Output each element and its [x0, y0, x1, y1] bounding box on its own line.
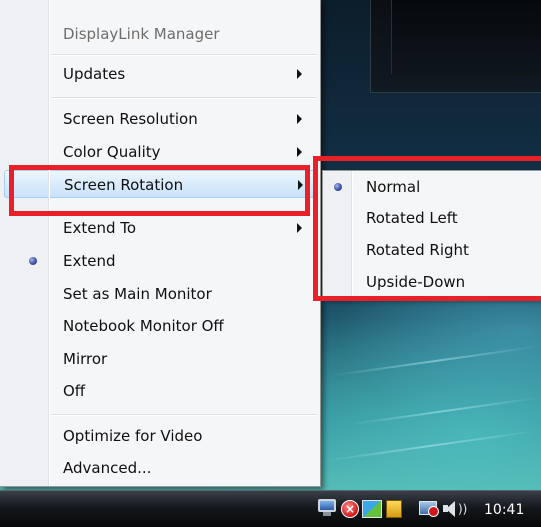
- menu-item-label: Extend: [63, 252, 116, 270]
- menu-item-screen-resolution[interactable]: Screen Resolution: [4, 105, 317, 133]
- menu-item-label: Optimize for Video: [63, 427, 203, 445]
- taskbar-clock[interactable]: 10:41: [484, 501, 524, 519]
- submenu-arrow-icon: [297, 147, 302, 157]
- monitor-icon[interactable]: [318, 499, 336, 516]
- submenu-arrow-icon: [297, 114, 302, 124]
- menu-separator: [51, 54, 317, 55]
- menu-item-extend[interactable]: Extend: [4, 247, 317, 275]
- menu-item-label: DisplayLink Manager: [63, 25, 220, 43]
- menu-item-updates[interactable]: Updates: [4, 60, 317, 88]
- wallpaper-streak: [330, 345, 540, 377]
- wallpaper-streak: [350, 396, 540, 426]
- menu-item-label: Color Quality: [63, 143, 161, 161]
- menu-item-label: Screen Resolution: [63, 110, 198, 128]
- menu-item-advanced[interactable]: Advanced...: [4, 454, 317, 482]
- menu-item-label: Advanced...: [63, 459, 152, 477]
- menu-item-label: Set as Main Monitor: [63, 285, 212, 303]
- menu-item-label: Updates: [63, 65, 126, 83]
- menu-item-mirror[interactable]: Mirror: [4, 345, 317, 373]
- highlight-box-screen-rotation: [9, 165, 310, 216]
- menu-item-notebook-monitor-off[interactable]: Notebook Monitor Off: [4, 312, 317, 340]
- volume-icon[interactable]: [443, 500, 457, 518]
- menu-item-displaylink-manager: DisplayLink Manager: [4, 20, 317, 48]
- network-icon[interactable]: [419, 501, 439, 517]
- menu-item-extend-to[interactable]: Extend To: [4, 214, 317, 242]
- menu-separator: [51, 414, 317, 415]
- menu-item-off[interactable]: Off: [4, 377, 317, 405]
- menu-item-color-quality[interactable]: Color Quality: [4, 138, 317, 166]
- error-icon[interactable]: ×: [341, 500, 359, 518]
- menu-item-set-as-main-monitor[interactable]: Set as Main Monitor: [4, 280, 317, 308]
- volume-waves-icon: )): [458, 502, 468, 516]
- highlight-box-rotation-options: [313, 156, 541, 301]
- menu-item-label: Off: [63, 382, 86, 400]
- displaylink-context-menu: DisplayLink Manager Updates Screen Resol…: [0, 0, 321, 487]
- menu-item-optimize-for-video[interactable]: Optimize for Video: [4, 422, 317, 450]
- wallpaper-streak: [320, 429, 540, 463]
- taskbar: × )) 10:41: [0, 490, 541, 527]
- background-window: [370, 0, 541, 93]
- menu-separator: [51, 97, 317, 98]
- displaylink-icon[interactable]: [362, 500, 382, 518]
- submenu-arrow-icon: [297, 69, 302, 79]
- menu-item-label: Mirror: [63, 350, 108, 368]
- menu-item-label: Extend To: [63, 219, 137, 237]
- radio-selected-icon: [29, 257, 37, 265]
- menu-item-label: Notebook Monitor Off: [63, 317, 224, 335]
- submenu-arrow-icon: [297, 223, 302, 233]
- warning-icon[interactable]: [386, 500, 402, 518]
